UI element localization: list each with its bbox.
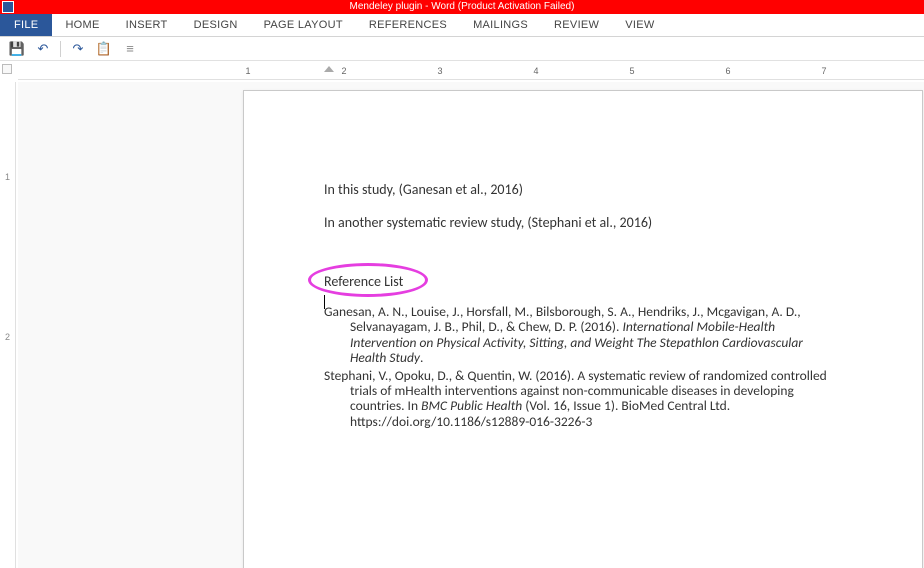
tab-page-layout[interactable]: PAGE LAYOUT — [251, 14, 356, 36]
save-button[interactable]: 💾 — [8, 40, 26, 58]
indent-marker-icon[interactable] — [324, 66, 334, 72]
customize-icon: ≡ — [126, 41, 134, 56]
body-paragraph[interactable]: In this study, (Ganesan et al., 2016) — [324, 181, 842, 198]
tab-label: INSERT — [126, 19, 168, 31]
ruler-tick: 2 — [341, 66, 346, 76]
file-tab[interactable]: FILE — [0, 14, 52, 36]
tab-label: HOME — [65, 19, 99, 31]
separator — [60, 41, 61, 57]
ruler-tick: 1 — [5, 172, 10, 182]
left-gutter — [18, 82, 218, 568]
undo-button[interactable]: ↶ — [34, 40, 52, 58]
ruler-tick: 5 — [629, 66, 634, 76]
tab-design[interactable]: DESIGN — [181, 14, 251, 36]
reference-list-heading-wrap: Reference List — [324, 273, 403, 290]
ruler-tick: 2 — [5, 332, 10, 342]
word-app-icon — [2, 1, 14, 13]
paste-button[interactable]: 📋 — [95, 40, 113, 58]
tab-references[interactable]: REFERENCES — [356, 14, 460, 36]
redo-icon: ↷ — [73, 41, 84, 57]
body-paragraph[interactable]: In another systematic review study, (Ste… — [324, 214, 842, 231]
reference-entry[interactable]: Ganesan, A. N., Louise, J., Horsfall, M.… — [324, 304, 842, 366]
paste-icon: 📋 — [96, 41, 112, 57]
ruler-tab-selector[interactable] — [2, 64, 12, 74]
ruler-tick: 6 — [725, 66, 730, 76]
ref-text: . — [420, 349, 423, 366]
undo-icon: ↶ — [38, 41, 49, 57]
tab-label: DESIGN — [194, 19, 238, 31]
tab-view[interactable]: VIEW — [612, 14, 667, 36]
redo-button[interactable]: ↷ — [69, 40, 87, 58]
tab-label: REVIEW — [554, 19, 599, 31]
document-canvas[interactable]: In this study, (Ganesan et al., 2016) In… — [18, 82, 924, 568]
ruler-tick: 4 — [533, 66, 538, 76]
ribbon-tabs: FILE HOME INSERT DESIGN PAGE LAYOUT REFE… — [0, 14, 924, 37]
quick-access-toolbar: 💾 ↶ ↷ 📋 ≡ — [0, 37, 924, 61]
save-icon: 💾 — [9, 41, 25, 57]
tab-mailings[interactable]: MAILINGS — [460, 14, 541, 36]
reference-entry[interactable]: Stephani, V., Opoku, D., & Quentin, W. (… — [324, 368, 842, 430]
horizontal-ruler[interactable]: 1 2 3 4 5 6 7 — [18, 64, 924, 80]
tab-label: REFERENCES — [369, 19, 447, 31]
ruler-scale: 1 2 3 4 5 6 7 — [248, 64, 924, 80]
document-page[interactable]: In this study, (Ganesan et al., 2016) In… — [243, 90, 923, 568]
tab-review[interactable]: REVIEW — [541, 14, 612, 36]
vertical-ruler[interactable]: 1 2 — [2, 82, 16, 568]
tab-label: PAGE LAYOUT — [264, 19, 343, 31]
ruler-tick: 3 — [437, 66, 442, 76]
title-bar: Mendeley plugin - Word (Product Activati… — [0, 0, 924, 14]
file-tab-label: FILE — [14, 19, 38, 31]
tab-label: MAILINGS — [473, 19, 528, 31]
ruler-tick: 1 — [245, 66, 250, 76]
reference-list-heading[interactable]: Reference List — [324, 273, 403, 290]
tab-insert[interactable]: INSERT — [113, 14, 181, 36]
ruler-tick: 7 — [821, 66, 826, 76]
tab-home[interactable]: HOME — [52, 14, 112, 36]
text-cursor-icon — [324, 295, 325, 309]
title-text: Mendeley plugin - Word (Product Activati… — [350, 1, 575, 12]
customize-button[interactable]: ≡ — [121, 40, 139, 58]
tab-label: VIEW — [625, 19, 654, 31]
